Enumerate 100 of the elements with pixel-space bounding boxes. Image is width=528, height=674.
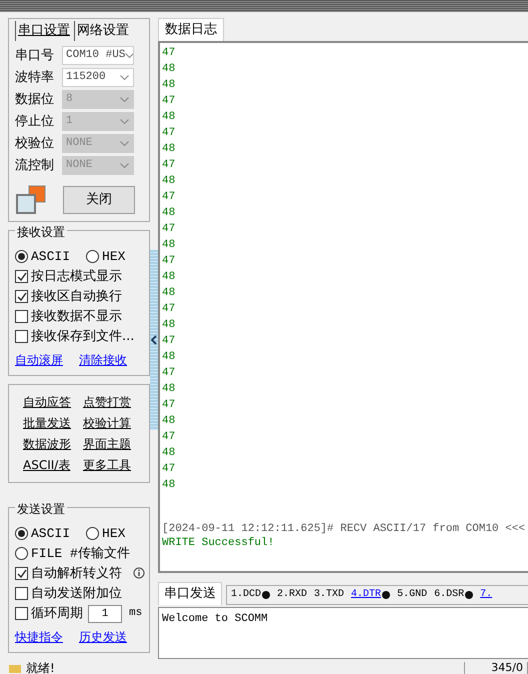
checkbox-label: 循环周期 xyxy=(31,604,83,623)
radio-button[interactable] xyxy=(86,527,100,540)
log-line: 47 xyxy=(162,366,176,380)
checkbox-label: 自动解析转义符 xyxy=(31,564,122,583)
status-dot-icon xyxy=(262,590,270,598)
checkbox-label: 接收区自动换行 xyxy=(31,288,122,306)
checkbox[interactable] xyxy=(15,607,28,620)
radio-button[interactable] xyxy=(15,527,28,540)
checkbox[interactable] xyxy=(15,587,28,600)
log-entry: WRITE Successful! xyxy=(162,536,276,550)
pin-indicator[interactable]: 6.DSR xyxy=(434,587,474,602)
tool-link[interactable]: 校验计算 xyxy=(83,414,131,432)
log-line: 47 xyxy=(162,94,176,108)
log-line: 47 xyxy=(162,254,176,268)
log-line: 48 xyxy=(162,174,176,188)
radio-label: ASCII xyxy=(31,524,70,543)
log-line: 47 xyxy=(162,46,176,60)
link[interactable]: 快捷指令 xyxy=(15,628,63,646)
log-line: 48 xyxy=(162,318,176,332)
serial-port-icon xyxy=(15,184,47,214)
log-line: 48 xyxy=(162,382,176,396)
log-line: 47 xyxy=(162,190,176,204)
checkbox-label: 接收数据不显示 xyxy=(31,308,122,326)
dropdown[interactable]: COM10 #US xyxy=(62,46,134,65)
checkbox[interactable] xyxy=(15,270,28,283)
link[interactable]: 自动滚屏 xyxy=(15,350,63,368)
field-label: 串口号 xyxy=(15,46,55,65)
caret-icon xyxy=(120,119,129,124)
checkbox[interactable] xyxy=(15,330,28,343)
link[interactable]: 清除接收 xyxy=(79,350,127,368)
log-tab[interactable]: 数据日志 xyxy=(158,18,224,40)
log-line: 48 xyxy=(162,142,176,156)
radio-label: HEX xyxy=(102,248,126,266)
dropdown[interactable]: 115200 xyxy=(62,68,134,87)
unit-label: ms xyxy=(129,606,142,622)
pin-indicator[interactable]: 7. xyxy=(480,587,492,602)
link[interactable]: 历史发送 xyxy=(79,628,127,646)
counter-text: 345/0 xyxy=(464,662,528,674)
checkbox-label: 按日志模式显示 xyxy=(31,268,122,286)
status-dot-icon xyxy=(465,590,474,598)
tool-link[interactable]: 更多工具 xyxy=(83,456,131,474)
log-line: 47 xyxy=(162,302,176,316)
checkbox[interactable] xyxy=(15,290,28,303)
caret-icon xyxy=(120,75,129,80)
log-line: 47 xyxy=(162,430,176,444)
log-line: 47 xyxy=(162,126,176,140)
status-dot-icon xyxy=(382,590,390,598)
checkbox[interactable] xyxy=(15,310,28,323)
checkbox-label: 自动发送附加位 xyxy=(31,584,122,603)
port-settings-tab[interactable]: 网络设置 xyxy=(74,21,131,40)
tool-link[interactable]: 数据波形 xyxy=(23,434,71,452)
log-line: 48 xyxy=(162,110,176,124)
field-label: 停止位 xyxy=(15,112,55,131)
input-field[interactable]: 1 xyxy=(88,604,122,622)
log-line: 48 xyxy=(162,478,176,492)
radio-button[interactable] xyxy=(15,547,28,560)
send-field[interactable]: Welcome to SCOMM xyxy=(158,606,528,658)
log-line: 47 xyxy=(162,398,176,412)
log-line: 47 xyxy=(162,462,176,476)
pin-indicator[interactable]: 1.DCD xyxy=(231,587,270,602)
log-line: 48 xyxy=(162,62,176,76)
radio-button[interactable] xyxy=(86,250,100,263)
pin-indicator[interactable]: 3.TXD xyxy=(314,587,344,602)
caret-icon xyxy=(120,163,129,168)
caret-icon xyxy=(125,53,133,58)
log-line: 47 xyxy=(162,158,176,172)
field-label: 波特率 xyxy=(15,68,55,87)
caret-icon xyxy=(120,141,129,146)
checkbox[interactable] xyxy=(15,567,28,580)
send-tab[interactable]: 串口发送 xyxy=(158,582,222,604)
log-line: 48 xyxy=(162,414,176,428)
radio-label: FILE #传输文件 xyxy=(31,544,130,563)
chevron-left-icon xyxy=(151,335,157,345)
field-label: 校验位 xyxy=(15,134,55,153)
port-settings-tab[interactable]: 串口设置 xyxy=(15,21,72,40)
pin-indicator[interactable]: 2.RXD xyxy=(277,587,308,602)
pin-indicator[interactable]: 5.GND xyxy=(397,587,428,602)
tool-link[interactable]: 点赞打赏 xyxy=(83,392,131,410)
log-line: 48 xyxy=(162,286,176,300)
collapse-handle[interactable] xyxy=(150,250,158,430)
tool-link[interactable]: 自动应答 xyxy=(23,392,71,410)
log-entry: [2024-09-11 12:12:11.625]# RECV ASCII/17 from COM10 <<< xyxy=(162,522,526,536)
tool-link[interactable]: 批量发送 xyxy=(23,414,71,432)
radio-label: HEX xyxy=(102,524,126,543)
pin-indicator[interactable]: 4.DTR xyxy=(351,587,390,602)
log-line: 48 xyxy=(162,350,176,364)
log-line: 48 xyxy=(162,238,176,252)
status-text: 就绪! xyxy=(26,662,55,674)
close-button[interactable]: 关闭 xyxy=(63,186,135,214)
tool-link[interactable]: 界面主题 xyxy=(83,434,131,452)
tool-link[interactable]: ASCII/表 xyxy=(23,456,70,474)
log-line: 48 xyxy=(162,270,176,284)
log-line: 48 xyxy=(162,78,176,92)
radio-button[interactable] xyxy=(15,250,28,263)
field-label: 数据位 xyxy=(15,90,55,109)
radio-label: ASCII xyxy=(31,248,70,266)
log-line: 47 xyxy=(162,222,176,236)
log-line: 48 xyxy=(162,446,176,460)
log-line: 47 xyxy=(162,334,176,348)
field-label: 流控制 xyxy=(15,156,55,175)
